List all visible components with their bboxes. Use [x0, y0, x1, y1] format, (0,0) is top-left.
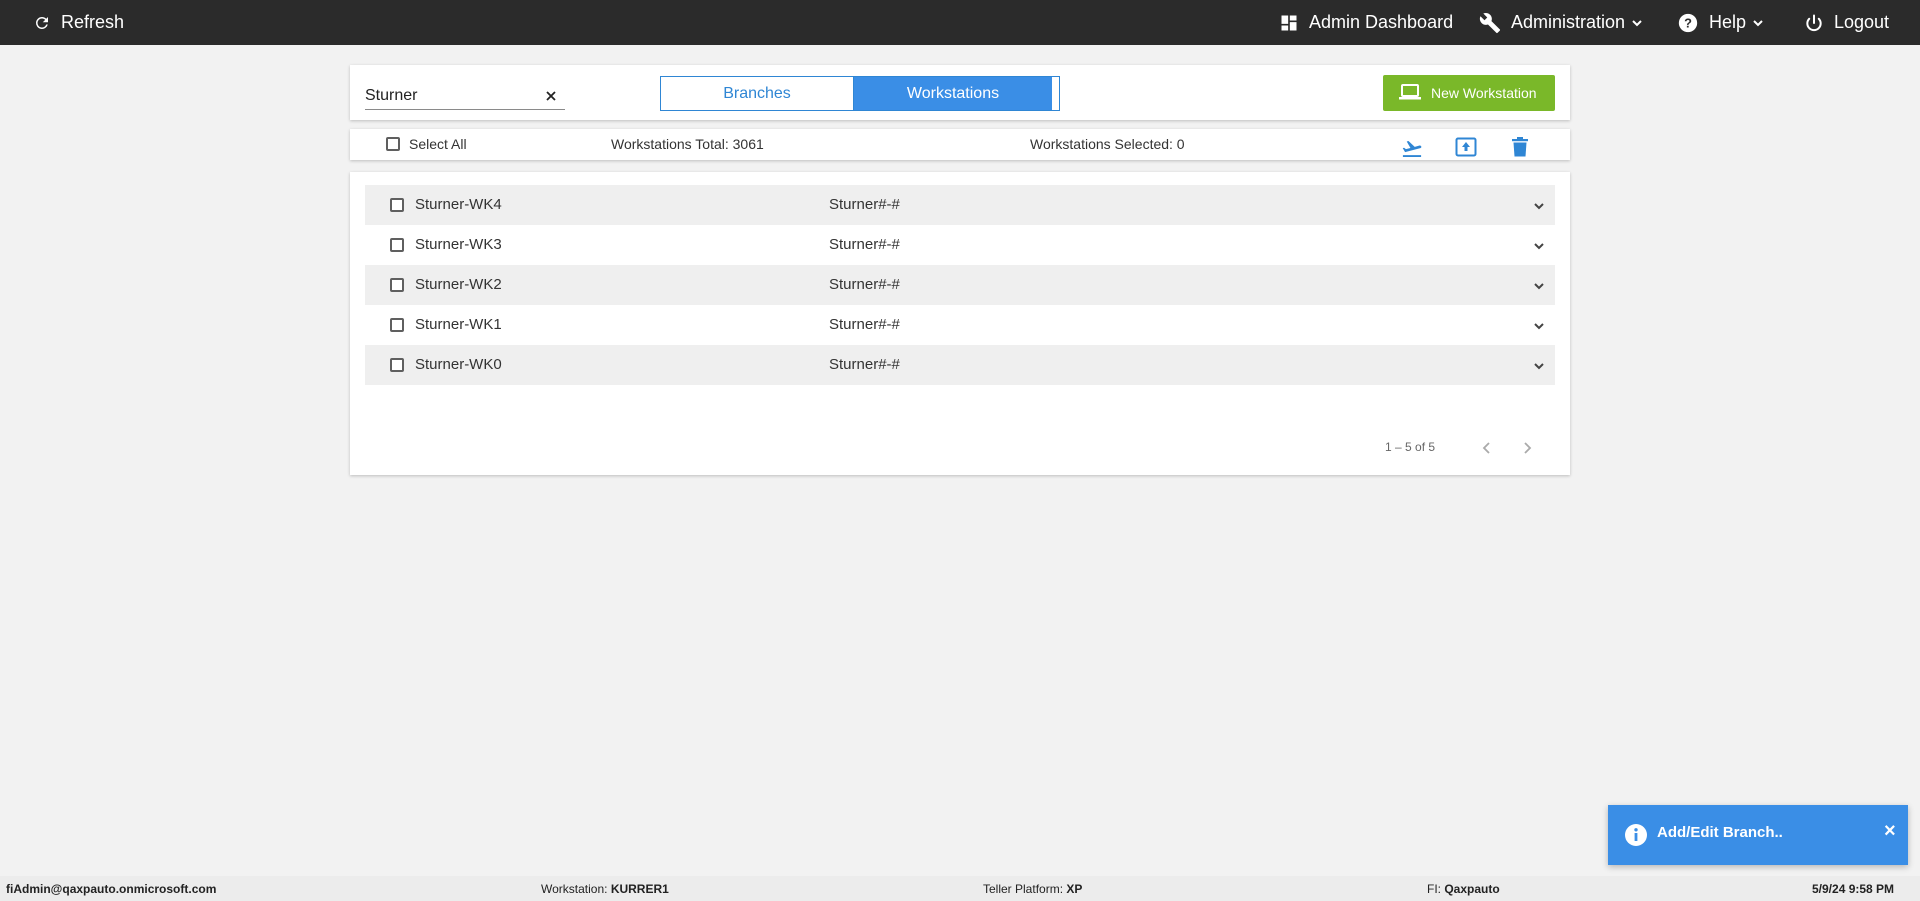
chevron-down-icon[interactable] [1532, 199, 1546, 217]
table-row[interactable]: Sturner-WK4 Sturner#-# [365, 185, 1555, 225]
workstation-name: Sturner-WK3 [415, 236, 502, 253]
chevron-down-icon[interactable] [1532, 239, 1546, 257]
status-platform: Teller Platform: XP [983, 882, 1083, 896]
chevron-down-icon[interactable] [1532, 359, 1546, 377]
administration-menu[interactable]: Administration [1479, 0, 1643, 45]
workstation-name: Sturner-WK2 [415, 276, 502, 293]
logout-button[interactable]: Logout [1804, 0, 1889, 45]
row-checkbox[interactable] [390, 318, 404, 332]
close-icon[interactable]: × [1884, 821, 1896, 841]
next-page-icon[interactable] [1516, 437, 1538, 459]
tab-workstations[interactable]: Workstations [854, 77, 1052, 110]
wrench-icon [1479, 12, 1501, 34]
status-user: fiAdmin@qaxpauto.onmicrosoft.com [6, 882, 217, 896]
toast-notification: Add/Edit Branch.. × [1608, 805, 1908, 865]
trash-icon[interactable] [1508, 135, 1532, 159]
status-datetime: 5/9/24 9:58 PM [1812, 882, 1895, 896]
table-row[interactable]: Sturner-WK0 Sturner#-# [365, 345, 1555, 385]
new-workstation-button[interactable]: New Workstation [1383, 75, 1555, 111]
admin-dashboard-label: Admin Dashboard [1309, 12, 1454, 32]
row-checkbox[interactable] [390, 278, 404, 292]
select-all-checkbox[interactable] [386, 137, 400, 151]
pagination-range: 1 – 5 of 5 [1385, 440, 1436, 454]
tab-branches[interactable]: Branches [661, 77, 854, 110]
refresh-button[interactable]: Refresh [33, 0, 124, 45]
workstation-branch: Sturner#-# [829, 276, 900, 293]
logout-label: Logout [1834, 12, 1890, 32]
refresh-icon [33, 14, 51, 32]
airplane-departure-icon[interactable] [1400, 135, 1424, 159]
chevron-down-icon [1631, 17, 1643, 29]
workstation-name: Sturner-WK1 [415, 316, 502, 333]
workstation-branch: Sturner#-# [829, 196, 900, 213]
row-checkbox[interactable] [390, 358, 404, 372]
select-all-control[interactable]: Select All [386, 132, 467, 156]
toast-message: Add/Edit Branch.. [1657, 824, 1783, 841]
search-field [365, 84, 565, 110]
table-row[interactable]: Sturner-WK3 Sturner#-# [365, 225, 1555, 265]
search-input[interactable] [365, 84, 535, 108]
workstation-branch: Sturner#-# [829, 236, 900, 253]
help-icon: ? [1677, 12, 1699, 34]
select-all-label: Select All [409, 136, 467, 152]
chevron-down-icon [1752, 17, 1764, 29]
row-checkbox[interactable] [390, 198, 404, 212]
help-menu[interactable]: ? Help [1677, 0, 1764, 45]
table-row[interactable]: Sturner-WK1 Sturner#-# [365, 305, 1555, 345]
workstation-branch: Sturner#-# [829, 356, 900, 373]
status-fi: FI: Qaxpauto [1427, 882, 1500, 896]
laptop-icon [1383, 83, 1431, 103]
new-workstation-label: New Workstation [1431, 85, 1537, 101]
row-checkbox[interactable] [390, 238, 404, 252]
workstations-selected: Workstations Selected: 0 [1030, 136, 1185, 152]
svg-text:?: ? [1684, 15, 1692, 30]
top-nav-bar: Refresh Admin Dashboard Administration ?… [0, 0, 1920, 45]
admin-dashboard-button[interactable]: Admin Dashboard [1279, 0, 1453, 45]
refresh-label: Refresh [61, 12, 125, 32]
view-toggle: Branches Workstations [660, 76, 1060, 111]
upload-box-icon[interactable] [1454, 135, 1478, 159]
status-bar: fiAdmin@qaxpauto.onmicrosoft.com Worksta… [0, 876, 1920, 901]
workstation-name: Sturner-WK0 [415, 356, 502, 373]
summary-panel [350, 129, 1570, 160]
clear-search-icon[interactable] [541, 85, 561, 107]
toggle-edge [1052, 77, 1059, 110]
chevron-down-icon[interactable] [1532, 279, 1546, 297]
administration-label: Administration [1511, 12, 1626, 32]
chevron-down-icon[interactable] [1532, 319, 1546, 337]
workstation-name: Sturner-WK4 [415, 196, 502, 213]
table-row[interactable]: Sturner-WK2 Sturner#-# [365, 265, 1555, 305]
info-icon [1624, 823, 1648, 852]
workstation-branch: Sturner#-# [829, 316, 900, 333]
previous-page-icon[interactable] [1476, 437, 1498, 459]
workstations-total: Workstations Total: 3061 [611, 136, 764, 152]
status-workstation: Workstation: KURRER1 [541, 882, 669, 896]
help-label: Help [1709, 12, 1747, 32]
power-icon [1804, 13, 1824, 33]
dashboard-icon [1279, 13, 1299, 33]
